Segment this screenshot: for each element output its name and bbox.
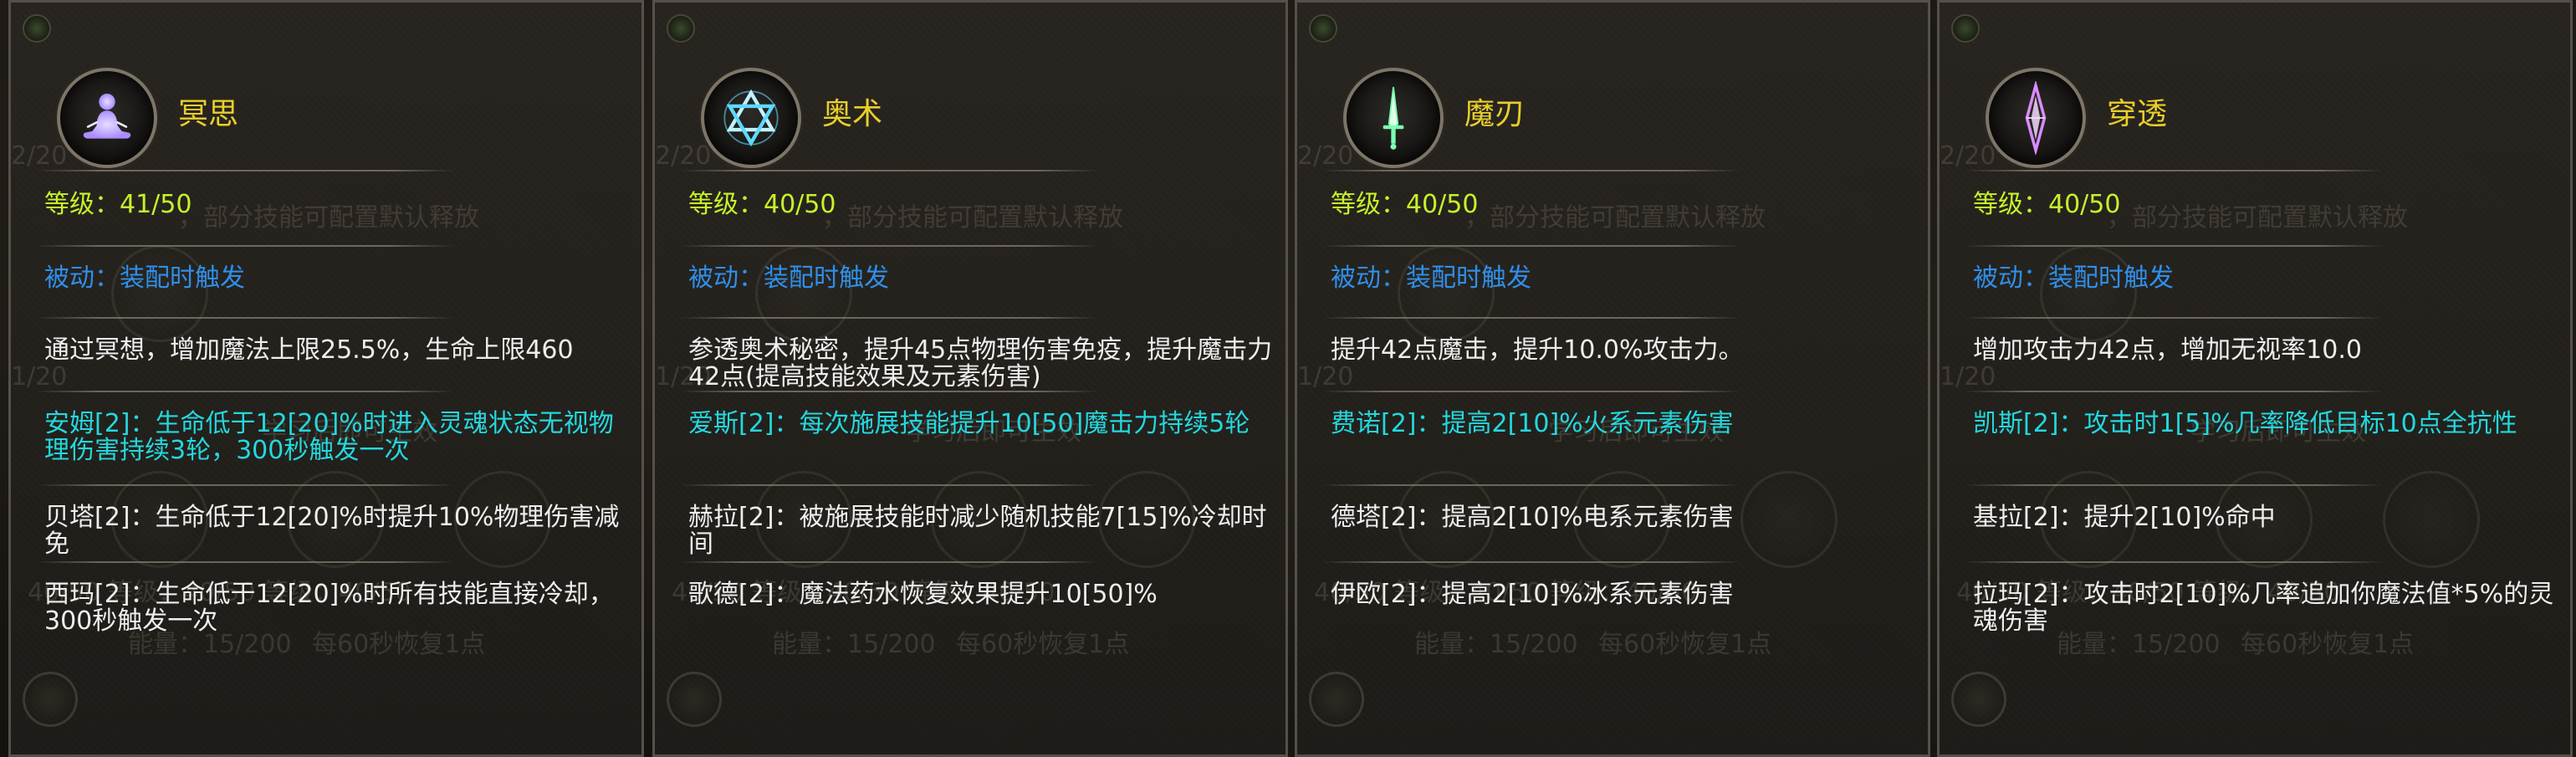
skill-description: 通过冥想，增加魔法上限25.5%，生命上限460 <box>44 335 574 365</box>
skill-level: 等级：40/50 <box>688 190 836 219</box>
divider <box>1322 317 1740 319</box>
skill-name: 穿透 <box>2107 97 2168 131</box>
background-ghost-text: 能量：15/200 <box>772 630 936 659</box>
background-ghost-text: 2/20 <box>1940 141 1996 171</box>
set-bonus-line: 伊欧[2]：提高2[10]%冰系元素伤害 <box>1331 580 1734 609</box>
background-ghost-text: 2/20 <box>655 141 712 171</box>
background-slot-circle <box>1309 672 1364 727</box>
divider <box>1322 561 1740 563</box>
divider <box>36 245 454 247</box>
crystal-spike-icon <box>2025 81 2047 155</box>
background-ghost-text: 1/20 <box>1297 362 1354 391</box>
divider <box>36 170 454 171</box>
divider <box>1322 484 1740 486</box>
skill-icon-frame <box>701 68 801 168</box>
set-bonus-line: 凯斯[2]：攻击时1[5]%几率降低目标10点全抗性 <box>1973 409 2517 438</box>
divider <box>36 391 454 392</box>
background-slot-circle <box>667 672 722 727</box>
set-bonus-line: 爱斯[2]：每次施展技能提升10[50]魔击力持续5轮 <box>688 409 1250 438</box>
divider <box>1322 391 1740 392</box>
set-bonus-line: 赫拉[2]：被施展技能时减少随机技能7[15]%冷却时间 <box>688 503 1267 559</box>
skill-tooltip-panel: 2/20 ，部分技能可配置默认释放 1/20 学习后即可生效 40/50 等级：40/5… <box>1295 0 1930 757</box>
skill-icon-frame <box>1343 68 1444 168</box>
divider <box>1965 317 2383 319</box>
background-slot-circle <box>111 245 208 342</box>
skill-level: 等级：40/50 <box>1973 190 2121 219</box>
skill-name: 魔刃 <box>1464 97 1526 131</box>
meditation-figure-icon <box>83 93 131 139</box>
skill-icon-frame <box>1986 68 2086 168</box>
passive-trigger: 被动：装配时触发 <box>688 263 889 293</box>
background-slot-circle <box>2040 245 2137 342</box>
background-slot-circle <box>1398 245 1495 342</box>
skill-tooltip-panel: 2/20 ，部分技能可配置默认释放 1/20 学习后即可生效 40/50 等级：40/5… <box>652 0 1288 757</box>
divider <box>680 170 1098 171</box>
skill-description: 提升42点魔击，提升10.0%攻击力。 <box>1331 335 1744 365</box>
background-ghost-text: 1/20 <box>1940 362 1996 391</box>
set-bonus-line: 拉玛[2]：攻击时2[10]%几率追加你魔法值*5%的灵魂伤害 <box>1973 580 2554 636</box>
hexagram-star-icon <box>723 89 779 147</box>
corner-ornament <box>23 14 51 43</box>
background-slot-circle <box>755 245 852 342</box>
divider <box>1322 170 1740 171</box>
skill-tooltip-panel: 2/20 ，部分技能可配置默认释放 1/20 学习后即可生效 40/50 等级：40/5… <box>1937 0 2573 757</box>
passive-trigger: 被动：装配时触发 <box>44 263 245 293</box>
corner-ornament <box>1951 14 1980 43</box>
divider <box>1965 245 2383 247</box>
skill-name: 奥术 <box>822 97 883 131</box>
glowing-blade-icon <box>1383 86 1404 150</box>
skill-level: 等级：41/50 <box>44 190 192 219</box>
set-bonus-line: 歌德[2]：魔法药水恢复效果提升10[50]% <box>688 580 1158 609</box>
skill-tooltip-stage: 2/20 ，部分技能可配置默认释放 1/20 学习后即可生效 40/50 等级：40/5… <box>0 0 2576 757</box>
divider <box>680 245 1098 247</box>
set-bonus-line: 费诺[2]：提高2[10]%火系元素伤害 <box>1331 409 1734 438</box>
divider <box>1965 561 2383 563</box>
set-bonus-line: 安姆[2]：生命低于12[20]%时进入灵魂状态无视物理伤害持续3轮，300秒触… <box>44 409 614 465</box>
background-ghost-text: 每60秒恢复1点 <box>956 630 1130 659</box>
set-bonus-line: 西玛[2]：生命低于12[20]%时所有技能直接冷却，300秒触发一次 <box>44 580 614 636</box>
skill-icon-frame <box>57 68 157 168</box>
divider <box>36 484 454 486</box>
skill-description: 参透奥术秘密，提升45点物理伤害免疫，提升魔击力42点(提高技能效果及元素伤害) <box>688 335 1273 391</box>
set-bonus-line: 德塔[2]：提高2[10]%电系元素伤害 <box>1331 503 1734 532</box>
background-slot-circle <box>1951 672 2006 727</box>
skill-name: 冥思 <box>178 97 239 131</box>
divider <box>36 317 454 319</box>
corner-ornament <box>1309 14 1337 43</box>
skill-description: 增加攻击力42点，增加无视率10.0 <box>1973 335 2362 365</box>
background-ghost-text: 1/20 <box>11 362 68 391</box>
background-ghost-text: 能量：15/200 <box>1414 630 1578 659</box>
divider <box>1965 170 2383 171</box>
background-slot-circle <box>23 672 78 727</box>
background-ghost-text: 2/20 <box>11 141 68 171</box>
corner-ornament <box>667 14 695 43</box>
skill-level: 等级：40/50 <box>1331 190 1479 219</box>
divider <box>1322 245 1740 247</box>
passive-trigger: 被动：装配时触发 <box>1973 263 2174 293</box>
background-ghost-text: 每60秒恢复1点 <box>1598 630 1772 659</box>
background-ghost-text: 2/20 <box>1297 141 1354 171</box>
divider <box>680 484 1098 486</box>
set-bonus-line: 贝塔[2]：生命低于12[20]%时提升10%物理伤害减免 <box>44 503 620 559</box>
skill-tooltip-panel: 2/20 ，部分技能可配置默认释放 1/20 学习后即可生效 40/50 等级：40/5… <box>8 0 644 757</box>
divider <box>680 317 1098 319</box>
divider <box>36 561 454 563</box>
set-bonus-line: 基拉[2]：提升2[10]%命中 <box>1973 503 2276 532</box>
divider <box>680 561 1098 563</box>
passive-trigger: 被动：装配时触发 <box>1331 263 1531 293</box>
divider <box>1965 484 2383 486</box>
divider <box>1965 391 2383 392</box>
